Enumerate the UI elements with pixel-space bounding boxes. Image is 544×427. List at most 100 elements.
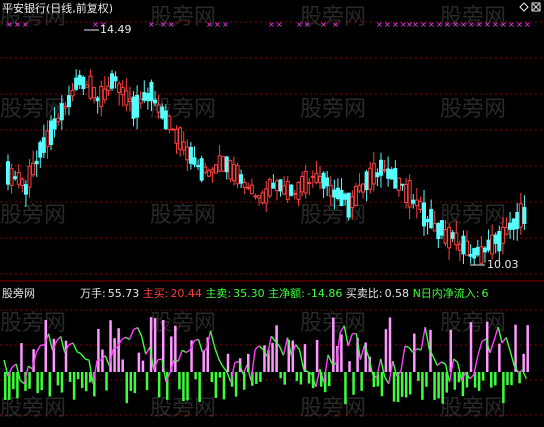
flow-line-segment (234, 360, 240, 364)
flow-bar (222, 372, 226, 400)
flow-bar (494, 372, 497, 386)
signal-marker: × (148, 20, 155, 29)
flow-bar (449, 329, 452, 372)
flow-bar (178, 372, 181, 390)
signal-marker: × (168, 20, 175, 29)
signal-marker: × (384, 20, 391, 29)
candle (228, 159, 233, 183)
watermark-10: 股旁网 (300, 203, 366, 228)
flow-bar (218, 372, 222, 378)
flow-bar (384, 329, 388, 372)
flow-bar (80, 372, 84, 388)
flow-bar (348, 361, 351, 372)
watermark-9: 股旁网 (150, 203, 216, 228)
flow-bar (68, 372, 72, 382)
high-label: 14.49 (100, 23, 132, 36)
sub-item-value: 20.44 (170, 287, 205, 300)
flow-bar (85, 372, 88, 392)
flow-line-segment (40, 344, 45, 346)
flow-bar (125, 372, 128, 404)
low-label: 10.03 (487, 258, 519, 271)
candle (214, 163, 218, 174)
flow-bar (145, 372, 149, 391)
signal-marker: × (468, 20, 475, 29)
sub-item-label: 万手: (80, 286, 106, 300)
flow-bar (149, 317, 153, 372)
flow-bar (360, 372, 363, 391)
signal-marker: × (214, 20, 221, 29)
flow-bar (421, 372, 424, 400)
flow-bar (117, 328, 120, 372)
watermark-6: 股旁网 (300, 97, 366, 122)
flow-bar (44, 319, 47, 372)
flow-bar (12, 372, 15, 390)
sub-panel-values: 万手: 55.73 主买: 20.44 主卖: 35.30 主净额: -14.86 买卖… (80, 286, 489, 300)
sub-item-label: 主净额: (268, 286, 305, 300)
flow-bar (388, 317, 392, 372)
signal-marker: × (492, 20, 499, 29)
signal-marker: × (524, 20, 531, 29)
flow-bar (315, 339, 319, 372)
flow-bar (283, 372, 286, 385)
sub-item-label: 主卖: (205, 287, 231, 300)
flow-bar (279, 372, 282, 379)
flow-bar (157, 372, 161, 398)
signal-marker: × (476, 20, 483, 29)
watermark-8: 股旁网 (0, 203, 66, 228)
signal-marker: × (160, 20, 167, 29)
sub-item-label: N日内净流入: (413, 286, 480, 300)
flow-bar (202, 350, 205, 372)
signal-marker: × (276, 20, 283, 29)
flow-bar (502, 372, 505, 404)
flow-bar (20, 343, 23, 372)
flow-bar (259, 372, 262, 382)
flow-bar (344, 372, 347, 405)
flow-bar (174, 325, 177, 372)
flow-bar (28, 372, 31, 389)
watermark-7: 股旁网 (440, 97, 506, 122)
flow-bar (72, 372, 76, 400)
signal-marker: × (22, 20, 29, 29)
sub-item-value: -14.86 (307, 287, 346, 300)
flow-bar (234, 372, 238, 397)
flow-bar (76, 372, 80, 380)
signal-marker: × (428, 20, 435, 29)
watermark-11: 股旁网 (440, 203, 506, 228)
flow-bar (498, 343, 501, 372)
flow-bar (129, 372, 133, 391)
stock-chart[interactable]: 股旁网 股旁网 股旁网 股旁网股旁网 股旁网 股旁网 股旁网股旁网 股旁网 股旁网 股旁网股旁网股… (0, 0, 544, 427)
flow-bar (340, 334, 343, 372)
flow-bar (404, 372, 408, 398)
flow-bar (186, 372, 189, 401)
flow-bar (409, 372, 412, 395)
signal-marker: × (222, 20, 229, 29)
signal-marker: × (320, 20, 327, 29)
sub-item-value: 0.58 (385, 287, 413, 300)
flow-bar (60, 372, 64, 393)
signal-marker: × (6, 20, 13, 29)
candle (289, 183, 294, 197)
candle (235, 162, 240, 189)
flow-bar (133, 372, 137, 394)
flow-bar (352, 372, 355, 395)
watermark-12: 股旁网 (0, 311, 66, 336)
signal-marker: × (304, 20, 311, 29)
candle (353, 183, 358, 207)
flow-bar (380, 372, 384, 397)
sub-panel-name: 股旁网 (2, 286, 35, 300)
signal-marker: × (412, 20, 419, 29)
flow-bar (210, 372, 214, 382)
flow-bar (226, 353, 230, 372)
flow-bar (97, 328, 100, 372)
flow-bar (400, 372, 404, 397)
flow-bar (518, 372, 521, 384)
signal-marker: × (392, 20, 399, 29)
flow-bar (182, 372, 185, 402)
watermark-18: 股旁网 (300, 396, 366, 421)
flow-bar (214, 372, 218, 398)
signal-marker: × (268, 20, 275, 29)
sub-item-label: 买卖比: (346, 287, 383, 300)
flow-bar (56, 372, 60, 386)
signal-marker: × (420, 20, 427, 29)
signal-marker: × (508, 20, 515, 29)
